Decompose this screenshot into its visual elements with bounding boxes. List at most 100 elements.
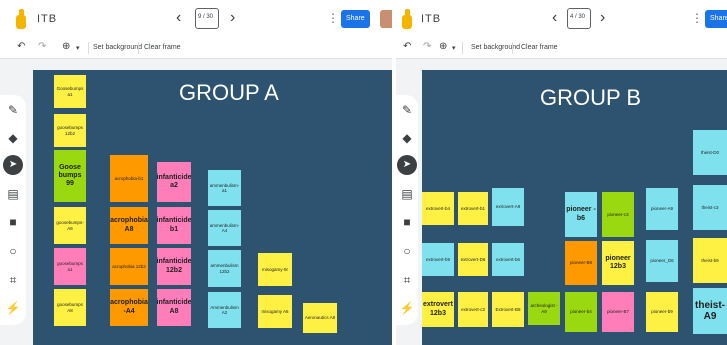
sticky-note[interactable]: extrovert-A9 xyxy=(492,188,524,226)
toolbar-divider xyxy=(512,42,513,54)
zoom-dropdown-icon[interactable]: ▾ xyxy=(452,44,456,52)
sticky-note[interactable]: extrovert-b4 xyxy=(422,192,454,225)
sticky-note[interactable]: infanticide 12b2 xyxy=(157,248,191,285)
text-box-icon[interactable]: ⌗ xyxy=(399,273,415,288)
zoom-icon[interactable]: ⊕ xyxy=(62,41,70,52)
sticky-note[interactable]: pioneer-B8 xyxy=(565,241,597,285)
sticky-note[interactable]: acrophobia-b1 xyxy=(110,155,148,202)
sticky-note[interactable]: theist-D0 xyxy=(693,130,727,175)
sticky-note[interactable]: archeologist -A9 xyxy=(528,292,560,325)
jam-canvas[interactable]: GROUP A Goosebumps a1 goosebumps 12b2 Go… xyxy=(33,70,392,345)
sticky-note[interactable]: Goosebumps a1 xyxy=(54,75,86,108)
pen-icon[interactable]: ✎ xyxy=(5,103,21,117)
sticky-note[interactable]: acrophobia -A4 xyxy=(110,289,148,326)
pen-icon[interactable]: ✎ xyxy=(399,103,415,117)
sticky-note[interactable]: infanticide A8 xyxy=(157,289,191,326)
share-label: Share xyxy=(346,15,365,22)
shape-icon[interactable]: ○ xyxy=(5,244,21,258)
frame-counter: 4 / 30 xyxy=(570,14,586,20)
sticky-note[interactable]: pioneer-b9 xyxy=(646,292,678,332)
app-title[interactable]: ITB xyxy=(37,13,57,25)
select-icon[interactable]: ➤ xyxy=(3,155,23,175)
sticky-note[interactable]: infanticide b1 xyxy=(157,207,191,244)
sticky-note[interactable]: theist-b9 xyxy=(693,238,727,283)
eraser-icon[interactable]: ◆ xyxy=(5,131,21,145)
sticky-note[interactable]: Goose bumps 99 xyxy=(54,150,86,202)
sticky-note[interactable]: goosebumps A8 xyxy=(54,289,86,326)
laser-icon[interactable]: ⚡ xyxy=(5,301,21,315)
set-background-button[interactable]: Set background xyxy=(93,44,142,51)
sticky-note[interactable]: pioneer-A9 xyxy=(646,188,678,230)
jamboard-window-b: ITB ‹ 4 / 30 › ⋮ Share ↶ ↷ ⊕ ▾ Set backg… xyxy=(396,0,727,345)
sticky-note[interactable]: pioneer-B7 xyxy=(602,292,634,332)
shape-icon[interactable]: ○ xyxy=(399,244,415,258)
sticky-note[interactable]: goosebumps a1 xyxy=(54,248,86,285)
sticky-note[interactable]: goosebumps 12b2 xyxy=(54,114,86,147)
sticky-note[interactable]: Aeronautics A8 xyxy=(303,303,337,333)
sticky-note[interactable]: extrovert-b1 xyxy=(458,192,488,225)
toolbar-divider xyxy=(462,42,463,54)
sticky-note[interactable]: pioneer_D6 xyxy=(646,240,678,282)
zoom-dropdown-icon[interactable]: ▾ xyxy=(76,44,80,52)
sticky-note[interactable]: acrophobia 12b2 xyxy=(110,248,148,285)
laser-icon[interactable]: ⚡ xyxy=(399,301,415,315)
sticky-note[interactable]: goosebumps-A6 xyxy=(54,207,86,244)
prev-frame-icon[interactable]: ‹ xyxy=(552,9,557,27)
sticky-note[interactable]: theist-c3 xyxy=(693,185,727,230)
prev-frame-icon[interactable]: ‹ xyxy=(176,9,181,27)
sticky-note[interactable]: extrovert-b9 xyxy=(422,243,454,276)
more-options-icon[interactable]: ⋮ xyxy=(327,11,339,25)
select-icon[interactable]: ➤ xyxy=(397,155,417,175)
edit-toolbar: ↶ ↷ ⊕ ▾ Set background Clear frame xyxy=(0,37,392,59)
clear-frame-button[interactable]: Clear frame xyxy=(144,44,181,51)
jamboard-window-a: ITB ‹ 9 / 30 › ⋮ Share ↶ ↷ ⊕ ▾ Set backg… xyxy=(0,0,392,345)
edit-toolbar: ↶ ↷ ⊕ ▾ Set background Clear frame xyxy=(396,37,727,59)
next-frame-icon[interactable]: › xyxy=(230,9,235,27)
sticky-note[interactable]: extrovert-b6 xyxy=(492,243,524,276)
sticky-note[interactable]: ammenbulism 12b2 xyxy=(208,250,241,287)
clear-frame-button[interactable]: Clear frame xyxy=(521,44,558,51)
zoom-icon[interactable]: ⊕ xyxy=(439,41,447,52)
text-box-icon[interactable]: ⌗ xyxy=(5,273,21,288)
sticky-note[interactable]: acrophobia A8 xyxy=(110,207,148,244)
frame-bar-button[interactable]: 4 / 30 xyxy=(567,8,591,29)
sticky-note-icon[interactable]: ▤ xyxy=(5,187,21,201)
jamboard-logo-icon[interactable] xyxy=(16,9,26,29)
sticky-note[interactable]: pioneer-b4 xyxy=(565,292,597,332)
sticky-note[interactable]: extrovert 12b3 xyxy=(422,292,454,327)
group-title: GROUP A xyxy=(179,80,279,105)
sticky-note[interactable]: misogamy-9r xyxy=(258,253,292,286)
frame-bar-button[interactable]: 9 / 30 xyxy=(195,8,219,29)
app-title[interactable]: ITB xyxy=(421,13,441,25)
share-button[interactable]: Share xyxy=(341,10,370,28)
sticky-note[interactable]: ammenbulism-a1 xyxy=(208,170,241,206)
next-frame-icon[interactable]: › xyxy=(600,9,605,27)
sticky-note[interactable]: theist- A9 xyxy=(693,288,727,334)
redo-icon[interactable]: ↷ xyxy=(38,41,46,52)
sticky-note[interactable]: infanticide a2 xyxy=(157,162,191,202)
redo-icon[interactable]: ↷ xyxy=(423,41,431,52)
undo-icon[interactable]: ↶ xyxy=(17,41,25,52)
sticky-note[interactable]: Ammenbulism A2 xyxy=(208,292,241,328)
sticky-note[interactable]: Extrovert-B8 xyxy=(492,292,524,327)
sticky-note[interactable]: pioneer-c3 xyxy=(602,192,634,237)
toolbar-divider xyxy=(138,42,139,54)
image-icon[interactable]: ■ xyxy=(399,215,415,229)
avatar[interactable] xyxy=(380,10,392,28)
share-button[interactable]: Share xyxy=(705,10,727,28)
sticky-note[interactable]: ammenbulism-A4 xyxy=(208,210,241,246)
toolbar-divider xyxy=(88,42,89,54)
sticky-note[interactable]: pioneer -b6 xyxy=(565,192,597,237)
more-options-icon[interactable]: ⋮ xyxy=(691,11,703,25)
image-icon[interactable]: ■ xyxy=(5,215,21,229)
jamboard-logo-icon[interactable] xyxy=(402,9,412,29)
sticky-note[interactable]: misogamy A6 xyxy=(258,295,292,328)
sticky-note[interactable]: pioneer 12b3 xyxy=(602,241,634,285)
sticky-note[interactable]: extrovert-D6 xyxy=(458,243,488,276)
undo-icon[interactable]: ↶ xyxy=(403,41,411,52)
sticky-note[interactable]: extrovert-c3 xyxy=(458,292,488,327)
sticky-note-icon[interactable]: ▤ xyxy=(399,187,415,201)
group-title: GROUP B xyxy=(540,85,642,110)
jam-canvas[interactable]: GROUP B extrovert-b4 extrovert-b1 extrov… xyxy=(422,70,727,345)
eraser-icon[interactable]: ◆ xyxy=(399,131,415,145)
